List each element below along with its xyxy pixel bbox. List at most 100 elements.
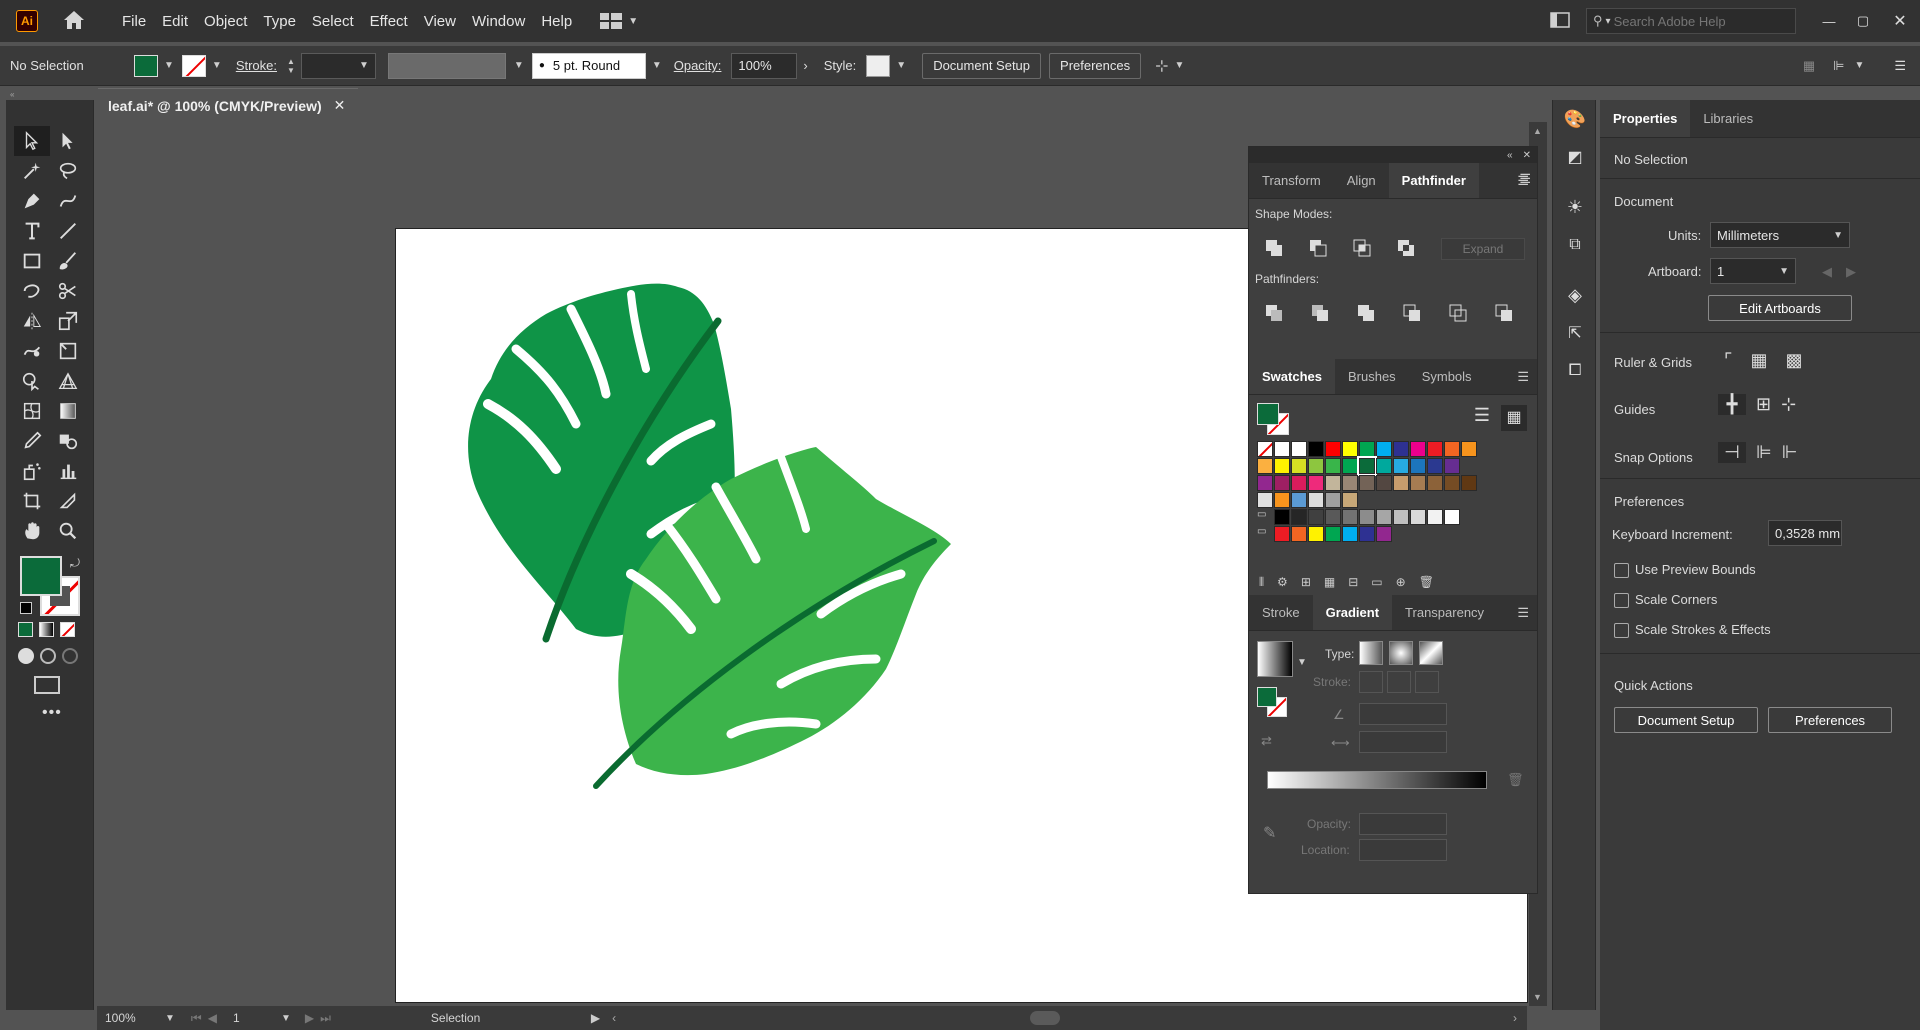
show-swatch-kinds-icon[interactable]: ⚙ bbox=[1277, 575, 1288, 590]
swatch[interactable] bbox=[1376, 441, 1392, 457]
workspace-switcher-icon[interactable]: ▼ bbox=[600, 13, 638, 29]
color-group-folder-icon[interactable]: ▭ bbox=[1257, 509, 1273, 525]
zoom-tool-icon[interactable] bbox=[50, 516, 86, 546]
minus-back-icon[interactable] bbox=[1491, 300, 1517, 326]
gradient-location-field[interactable] bbox=[1359, 839, 1447, 861]
color-group-folder-icon[interactable]: ▭ bbox=[1257, 526, 1273, 542]
slice-tool-icon[interactable] bbox=[50, 486, 86, 516]
menu-object[interactable]: Object bbox=[196, 13, 255, 30]
panel-menu-icon[interactable]: ☰ bbox=[1517, 369, 1529, 385]
lock-guides-icon[interactable]: ⊞ bbox=[1756, 394, 1771, 415]
tab-transform[interactable]: Transform bbox=[1249, 163, 1334, 198]
swatch[interactable] bbox=[1342, 526, 1358, 542]
swatch[interactable] bbox=[1325, 458, 1341, 474]
screen-mode-icon[interactable] bbox=[34, 676, 60, 694]
shaper-tool-icon[interactable] bbox=[14, 276, 50, 306]
swatch[interactable] bbox=[1325, 509, 1341, 525]
swatch[interactable] bbox=[1257, 492, 1273, 508]
export-icon[interactable]: ⇱ bbox=[1553, 314, 1597, 352]
delete-stop-icon[interactable]: 🗑 bbox=[1507, 772, 1524, 788]
show-guides-icon[interactable]: ╋ bbox=[1718, 394, 1746, 415]
eyedropper-tool-icon[interactable] bbox=[14, 426, 50, 456]
swatch[interactable] bbox=[1359, 526, 1375, 542]
mesh-tool-icon[interactable] bbox=[14, 396, 50, 426]
swatch[interactable] bbox=[1291, 441, 1307, 457]
swatch[interactable] bbox=[1274, 475, 1290, 491]
swatch[interactable] bbox=[1257, 458, 1273, 474]
swatch[interactable] bbox=[1291, 509, 1307, 525]
swatch[interactable] bbox=[1376, 475, 1392, 491]
magic-wand-tool-icon[interactable] bbox=[14, 156, 50, 186]
swatch[interactable] bbox=[1342, 441, 1358, 457]
swatch[interactable] bbox=[1393, 441, 1409, 457]
rulers-icon[interactable]: ⌜ bbox=[1724, 350, 1732, 371]
fill-dropdown-icon[interactable]: ▼ bbox=[164, 60, 174, 71]
menu-edit[interactable]: Edit bbox=[154, 13, 196, 30]
menu-effect[interactable]: Effect bbox=[362, 13, 416, 30]
gradient-slider[interactable] bbox=[1267, 771, 1487, 789]
type-tool-icon[interactable] bbox=[14, 216, 50, 246]
close-panel-icon[interactable]: ✕ bbox=[1523, 150, 1531, 161]
intersect-icon[interactable] bbox=[1349, 235, 1375, 261]
scale-strokes-checkbox[interactable]: Scale Strokes & Effects bbox=[1614, 622, 1771, 639]
control-menu-icon[interactable]: ☰ bbox=[1894, 58, 1906, 74]
search-help-input[interactable] bbox=[1613, 13, 1774, 29]
swatch[interactable] bbox=[1342, 492, 1358, 508]
swatch[interactable] bbox=[1410, 458, 1426, 474]
stroke-weight-field[interactable]: ▼ bbox=[300, 52, 376, 79]
close-document-icon[interactable]: ✕ bbox=[334, 97, 346, 114]
swatch[interactable] bbox=[1376, 526, 1392, 542]
perspective-grid-tool-icon[interactable] bbox=[50, 366, 86, 396]
brush-definition[interactable]: ● 5 pt. Round bbox=[531, 52, 646, 79]
opacity-slider-arrow-icon[interactable]: › bbox=[803, 58, 807, 73]
panel-menu-icon[interactable]: ☰ bbox=[1517, 605, 1529, 621]
draw-inside-icon[interactable] bbox=[62, 648, 78, 664]
transparency-grid-icon[interactable]: ▩ bbox=[1785, 350, 1802, 371]
snap-to-point-icon[interactable]: ⊣ bbox=[1718, 442, 1746, 463]
artboards-icon[interactable]: ⧠ bbox=[1553, 352, 1597, 390]
none-mode-icon[interactable] bbox=[60, 622, 75, 637]
swatch[interactable] bbox=[1342, 509, 1358, 525]
minimize-button[interactable]: — bbox=[1812, 14, 1846, 29]
linear-gradient-icon[interactable] bbox=[1359, 641, 1383, 665]
preferences-button[interactable]: Preferences bbox=[1049, 52, 1142, 79]
collapse-panel-icon[interactable]: « bbox=[1507, 150, 1513, 161]
document-tab[interactable]: leaf.ai* @ 100% (CMYK/Preview) ✕ bbox=[98, 88, 358, 122]
stroke-dropdown-icon[interactable]: ▼ bbox=[212, 60, 222, 71]
angle-field[interactable] bbox=[1359, 703, 1447, 725]
swatch[interactable] bbox=[1359, 441, 1375, 457]
swatch[interactable] bbox=[1291, 458, 1307, 474]
swatch[interactable] bbox=[1410, 475, 1426, 491]
swatch[interactable] bbox=[1291, 475, 1307, 491]
swatch[interactable] bbox=[1342, 458, 1358, 474]
units-dropdown[interactable]: Millimeters ▼ bbox=[1710, 222, 1850, 248]
blend-tool-icon[interactable] bbox=[50, 426, 86, 456]
tab-align[interactable]: Align bbox=[1334, 163, 1389, 198]
swatch[interactable] bbox=[1444, 441, 1460, 457]
next-artboard-icon[interactable]: ▶ bbox=[305, 1011, 314, 1025]
grid-icon[interactable]: ▦ bbox=[1750, 350, 1767, 371]
scale-corners-checkbox[interactable]: Scale Corners bbox=[1614, 592, 1717, 609]
line-segment-tool-icon[interactable] bbox=[50, 216, 86, 246]
outline-icon[interactable] bbox=[1445, 300, 1471, 326]
swatch[interactable] bbox=[1410, 509, 1426, 525]
swatch[interactable] bbox=[1427, 441, 1443, 457]
gradient-eyedropper-icon[interactable]: ✎ bbox=[1263, 823, 1276, 843]
expand-button[interactable]: Expand bbox=[1441, 238, 1525, 260]
merge-icon[interactable] bbox=[1353, 300, 1379, 326]
swatch[interactable] bbox=[1357, 456, 1377, 476]
variable-width-profile[interactable] bbox=[387, 52, 506, 79]
artboard-dropdown-icon[interactable]: ▼ bbox=[281, 1013, 291, 1024]
color-guide-icon[interactable]: ◩ bbox=[1553, 138, 1597, 176]
tab-pathfinder[interactable]: Pathfinder bbox=[1388, 163, 1479, 198]
appearance-icon[interactable]: ☀ bbox=[1553, 188, 1597, 226]
edit-toolbar-icon[interactable]: ••• bbox=[42, 704, 62, 722]
layers-icon[interactable]: ◈ bbox=[1553, 276, 1597, 314]
zoom-dropdown-icon[interactable]: ▼ bbox=[165, 1013, 175, 1024]
scroll-left-icon[interactable]: ‹ bbox=[612, 1011, 616, 1025]
swatch[interactable] bbox=[1427, 475, 1443, 491]
swatch[interactable] bbox=[1444, 475, 1460, 491]
freeform-gradient-icon[interactable] bbox=[1419, 641, 1443, 665]
search-help-box[interactable]: ⚲ ▾ bbox=[1586, 8, 1796, 34]
scissors-tool-icon[interactable] bbox=[50, 276, 86, 306]
